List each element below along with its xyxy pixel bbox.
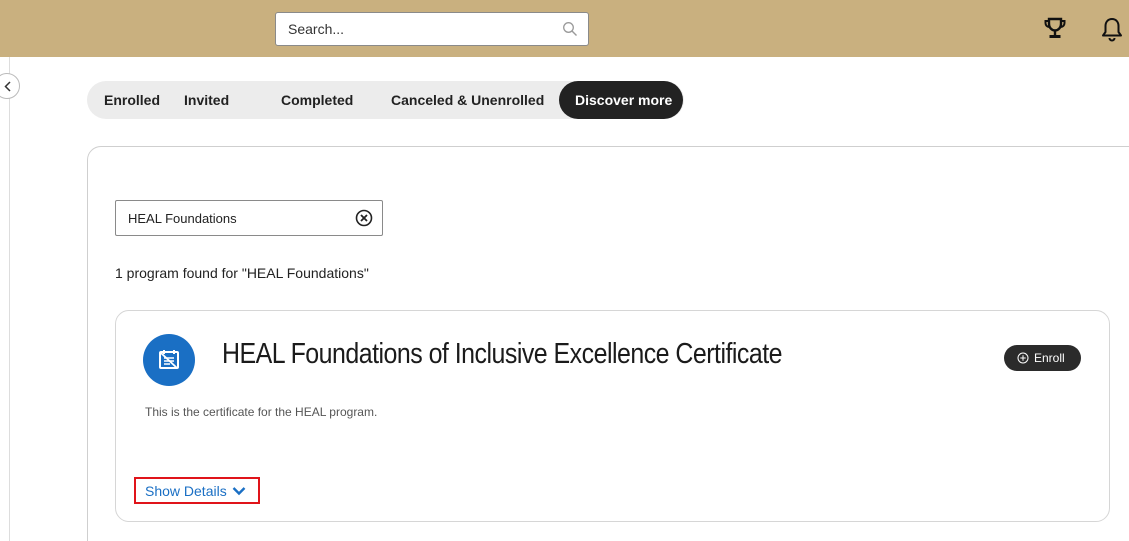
- program-filter-field[interactable]: HEAL Foundations: [115, 200, 383, 236]
- global-search[interactable]: [275, 12, 589, 46]
- clear-icon[interactable]: [355, 209, 373, 227]
- program-description: This is the certificate for the HEAL pro…: [145, 405, 378, 419]
- plus-circle-icon: [1017, 352, 1029, 364]
- tab-completed[interactable]: Completed: [265, 81, 369, 119]
- tab-discover-more[interactable]: Discover more: [559, 81, 683, 119]
- bell-icon[interactable]: [1100, 16, 1124, 42]
- results-summary: 1 program found for "HEAL Foundations": [115, 265, 369, 281]
- tab-invited[interactable]: Invited: [168, 81, 245, 119]
- tab-enrolled[interactable]: Enrolled: [88, 81, 176, 119]
- certificate-icon: [159, 350, 179, 369]
- side-rail: [0, 57, 10, 541]
- enroll-button[interactable]: Enroll: [1004, 345, 1081, 371]
- enroll-label: Enroll: [1034, 351, 1065, 365]
- show-details-link[interactable]: Show Details: [134, 477, 260, 504]
- show-details-label[interactable]: Show Details: [145, 483, 227, 499]
- program-tabs: Enrolled Invited Completed Canceled & Un…: [87, 81, 684, 119]
- trophy-icon[interactable]: [1043, 17, 1067, 41]
- search-input[interactable]: [276, 13, 556, 45]
- tab-canceled-unenrolled[interactable]: Canceled & Unenrolled: [375, 81, 560, 119]
- program-icon: [143, 334, 195, 386]
- program-filter-value[interactable]: HEAL Foundations: [128, 211, 237, 226]
- collapse-sidebar-button[interactable]: [0, 73, 20, 99]
- chevron-left-icon: [4, 81, 11, 92]
- chevron-down-icon[interactable]: [232, 485, 246, 497]
- search-icon[interactable]: [562, 21, 578, 37]
- program-title: HEAL Foundations of Inclusive Excellence…: [222, 338, 783, 370]
